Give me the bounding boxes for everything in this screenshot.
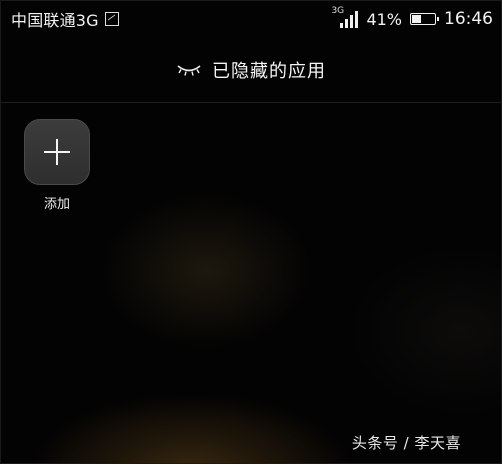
battery-fill [412, 15, 422, 23]
sim-card-icon [104, 12, 119, 26]
signal-bar [350, 15, 354, 28]
signal-bar [355, 11, 359, 28]
page-title: 已隐藏的应用 [212, 60, 326, 82]
status-bar: 中国联通3G 3G 41% 16:46 [1, 1, 501, 37]
status-right: 3G 41% 16:46 [331, 6, 493, 29]
signal-strength-icon: 3G [331, 6, 359, 28]
plus-icon [44, 139, 70, 165]
carrier-name: 中国联通3G [11, 11, 99, 30]
status-left: 中国联通3G [11, 7, 119, 31]
add-app-label: 添加 [43, 197, 70, 212]
watermark: 头条号 / 李天喜 [351, 434, 461, 452]
signal-bar [345, 19, 349, 28]
signal-bar [340, 23, 344, 28]
closed-eye-icon [177, 64, 201, 76]
add-app-tile[interactable]: 添加 [23, 119, 91, 212]
battery-percent: 41% [366, 9, 402, 29]
header: 已隐藏的应用 [1, 37, 501, 103]
battery-icon [410, 13, 439, 25]
hidden-apps-screen: 中国联通3G 3G 41% 16:46 已隐藏的应用 添加 头条号 / 李天喜 [0, 0, 502, 464]
add-app-button[interactable] [24, 119, 90, 185]
network-type-label: 3G [331, 6, 345, 16]
clock: 16:46 [444, 9, 493, 29]
